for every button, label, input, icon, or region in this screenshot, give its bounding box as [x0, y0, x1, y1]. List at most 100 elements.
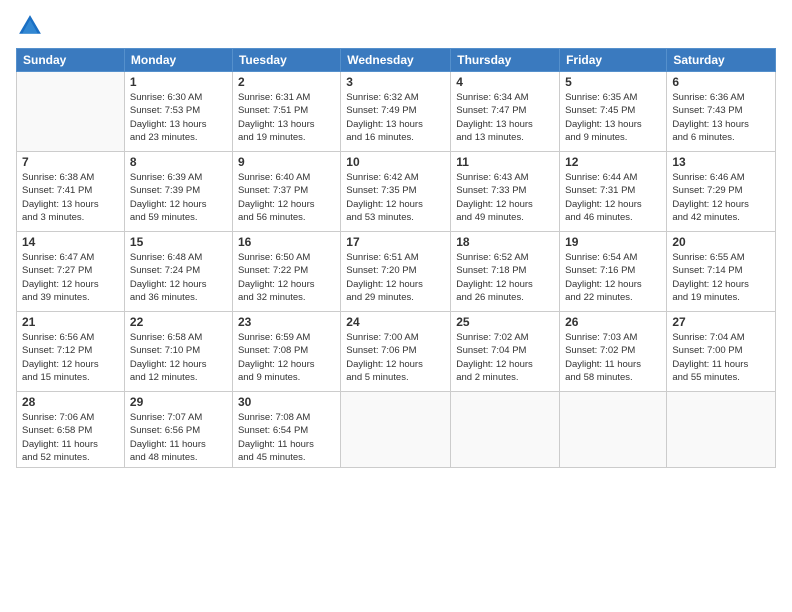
day-cell: 26 Sunrise: 7:03 AM Sunset: 7:02 PM Dayli… — [560, 312, 667, 392]
day-info: Sunrise: 6:52 AM Sunset: 7:18 PM Dayligh… — [456, 251, 554, 304]
day-info: Sunrise: 6:38 AM Sunset: 7:41 PM Dayligh… — [22, 171, 119, 224]
day-cell: 3Sunrise: 6:32 AM Sunset: 7:49 PM Daylig… — [341, 72, 451, 152]
day-cell: 9Sunrise: 6:40 AM Sunset: 7:37 PM Daylig… — [232, 152, 340, 232]
day-number: 19 — [565, 235, 661, 249]
weekday-header-sunday: Sunday — [17, 49, 125, 72]
day-number: 11 — [456, 155, 554, 169]
day-cell: 22Sunrise: 6:58 AM Sunset: 7:10 PM Dayli… — [124, 312, 232, 392]
weekday-header-friday: Friday — [560, 49, 667, 72]
week-row-2: 7 Sunrise: 6:38 AM Sunset: 7:41 PM Daylig… — [17, 152, 776, 232]
day-cell: 7 Sunrise: 6:38 AM Sunset: 7:41 PM Daylig… — [17, 152, 125, 232]
day-number: 20 — [672, 235, 770, 249]
day-cell — [341, 392, 451, 468]
logo-icon — [16, 12, 44, 40]
day-info: Sunrise: 6:59 AM Sunset: 7:08 PM Dayligh… — [238, 331, 335, 384]
day-cell: 24Sunrise: 7:00 AM Sunset: 7:06 PM Dayli… — [341, 312, 451, 392]
day-number: 4 — [456, 75, 554, 89]
day-info: Sunrise: 7:04 AM Sunset: 7:00 PM Dayligh… — [672, 331, 770, 384]
weekday-header-thursday: Thursday — [451, 49, 560, 72]
day-info: Sunrise: 6:35 AM Sunset: 7:45 PM Dayligh… — [565, 91, 661, 144]
day-number: 21 — [22, 315, 119, 329]
day-number: 30 — [238, 395, 335, 409]
day-cell: 13Sunrise: 6:46 AM Sunset: 7:29 PM Dayli… — [667, 152, 776, 232]
day-info: Sunrise: 6:44 AM Sunset: 7:31 PM Dayligh… — [565, 171, 661, 224]
weekday-header-monday: Monday — [124, 49, 232, 72]
day-number: 1 — [130, 75, 227, 89]
day-cell: 16 Sunrise: 6:50 AM Sunset: 7:22 PM Dayli… — [232, 232, 340, 312]
calendar: SundayMondayTuesdayWednesdayThursdayFrid… — [16, 48, 776, 468]
day-cell: 17 Sunrise: 6:51 AM Sunset: 7:20 PM Dayli… — [341, 232, 451, 312]
day-cell: 30 Sunrise: 7:08 AM Sunset: 6:54 PM Dayli… — [232, 392, 340, 468]
day-number: 26 — [565, 315, 661, 329]
day-cell: 4 Sunrise: 6:34 AM Sunset: 7:47 PM Daylig… — [451, 72, 560, 152]
day-cell: 14 Sunrise: 6:47 AM Sunset: 7:27 PM Dayli… — [17, 232, 125, 312]
day-info: Sunrise: 6:30 AM Sunset: 7:53 PM Dayligh… — [130, 91, 227, 144]
day-cell: 25 Sunrise: 7:02 AM Sunset: 7:04 PM Dayli… — [451, 312, 560, 392]
day-cell: 20 Sunrise: 6:55 AM Sunset: 7:14 PM Dayli… — [667, 232, 776, 312]
day-number: 17 — [346, 235, 445, 249]
day-info: Sunrise: 6:47 AM Sunset: 7:27 PM Dayligh… — [22, 251, 119, 304]
day-number: 29 — [130, 395, 227, 409]
day-number: 18 — [456, 235, 554, 249]
weekday-header-row: SundayMondayTuesdayWednesdayThursdayFrid… — [17, 49, 776, 72]
day-cell: 29 Sunrise: 7:07 AM Sunset: 6:56 PM Dayli… — [124, 392, 232, 468]
day-info: Sunrise: 6:54 AM Sunset: 7:16 PM Dayligh… — [565, 251, 661, 304]
day-number: 6 — [672, 75, 770, 89]
day-cell — [17, 72, 125, 152]
day-info: Sunrise: 6:55 AM Sunset: 7:14 PM Dayligh… — [672, 251, 770, 304]
day-cell: 6 Sunrise: 6:36 AM Sunset: 7:43 PM Daylig… — [667, 72, 776, 152]
day-number: 25 — [456, 315, 554, 329]
day-cell — [451, 392, 560, 468]
day-number: 5 — [565, 75, 661, 89]
day-cell: 10 Sunrise: 6:42 AM Sunset: 7:35 PM Dayli… — [341, 152, 451, 232]
day-number: 2 — [238, 75, 335, 89]
day-cell: 15 Sunrise: 6:48 AM Sunset: 7:24 PM Dayli… — [124, 232, 232, 312]
day-info: Sunrise: 6:50 AM Sunset: 7:22 PM Dayligh… — [238, 251, 335, 304]
day-number: 12 — [565, 155, 661, 169]
day-info: Sunrise: 6:40 AM Sunset: 7:37 PM Dayligh… — [238, 171, 335, 224]
day-info: Sunrise: 7:02 AM Sunset: 7:04 PM Dayligh… — [456, 331, 554, 384]
day-info: Sunrise: 6:43 AM Sunset: 7:33 PM Dayligh… — [456, 171, 554, 224]
page: SundayMondayTuesdayWednesdayThursdayFrid… — [0, 0, 792, 612]
day-cell: 8Sunrise: 6:39 AM Sunset: 7:39 PM Daylig… — [124, 152, 232, 232]
week-row-1: 1 Sunrise: 6:30 AM Sunset: 7:53 PM Daylig… — [17, 72, 776, 152]
day-number: 15 — [130, 235, 227, 249]
day-info: Sunrise: 6:56 AM Sunset: 7:12 PM Dayligh… — [22, 331, 119, 384]
day-info: Sunrise: 6:48 AM Sunset: 7:24 PM Dayligh… — [130, 251, 227, 304]
weekday-header-tuesday: Tuesday — [232, 49, 340, 72]
day-cell: 12 Sunrise: 6:44 AM Sunset: 7:31 PM Dayli… — [560, 152, 667, 232]
day-info: Sunrise: 6:31 AM Sunset: 7:51 PM Dayligh… — [238, 91, 335, 144]
day-number: 14 — [22, 235, 119, 249]
day-cell: 11 Sunrise: 6:43 AM Sunset: 7:33 PM Dayli… — [451, 152, 560, 232]
day-number: 28 — [22, 395, 119, 409]
day-cell: 19 Sunrise: 6:54 AM Sunset: 7:16 PM Dayli… — [560, 232, 667, 312]
day-info: Sunrise: 6:36 AM Sunset: 7:43 PM Dayligh… — [672, 91, 770, 144]
day-number: 10 — [346, 155, 445, 169]
day-number: 27 — [672, 315, 770, 329]
day-cell — [667, 392, 776, 468]
header — [16, 12, 776, 40]
day-info: Sunrise: 7:07 AM Sunset: 6:56 PM Dayligh… — [130, 411, 227, 464]
day-cell: 27 Sunrise: 7:04 AM Sunset: 7:00 PM Dayli… — [667, 312, 776, 392]
day-info: Sunrise: 7:03 AM Sunset: 7:02 PM Dayligh… — [565, 331, 661, 384]
week-row-4: 21 Sunrise: 6:56 AM Sunset: 7:12 PM Dayli… — [17, 312, 776, 392]
day-number: 7 — [22, 155, 119, 169]
day-cell — [560, 392, 667, 468]
day-cell: 2 Sunrise: 6:31 AM Sunset: 7:51 PM Daylig… — [232, 72, 340, 152]
week-row-5: 28Sunrise: 7:06 AM Sunset: 6:58 PM Dayli… — [17, 392, 776, 468]
day-info: Sunrise: 7:08 AM Sunset: 6:54 PM Dayligh… — [238, 411, 335, 464]
day-cell: 1 Sunrise: 6:30 AM Sunset: 7:53 PM Daylig… — [124, 72, 232, 152]
week-row-3: 14 Sunrise: 6:47 AM Sunset: 7:27 PM Dayli… — [17, 232, 776, 312]
day-cell: 5 Sunrise: 6:35 AM Sunset: 7:45 PM Daylig… — [560, 72, 667, 152]
day-number: 23 — [238, 315, 335, 329]
day-info: Sunrise: 6:34 AM Sunset: 7:47 PM Dayligh… — [456, 91, 554, 144]
day-number: 16 — [238, 235, 335, 249]
day-cell: 28Sunrise: 7:06 AM Sunset: 6:58 PM Dayli… — [17, 392, 125, 468]
day-info: Sunrise: 6:42 AM Sunset: 7:35 PM Dayligh… — [346, 171, 445, 224]
day-info: Sunrise: 6:58 AM Sunset: 7:10 PM Dayligh… — [130, 331, 227, 384]
logo — [16, 12, 48, 40]
day-number: 8 — [130, 155, 227, 169]
day-info: Sunrise: 6:46 AM Sunset: 7:29 PM Dayligh… — [672, 171, 770, 224]
day-info: Sunrise: 6:51 AM Sunset: 7:20 PM Dayligh… — [346, 251, 445, 304]
day-cell: 18 Sunrise: 6:52 AM Sunset: 7:18 PM Dayli… — [451, 232, 560, 312]
